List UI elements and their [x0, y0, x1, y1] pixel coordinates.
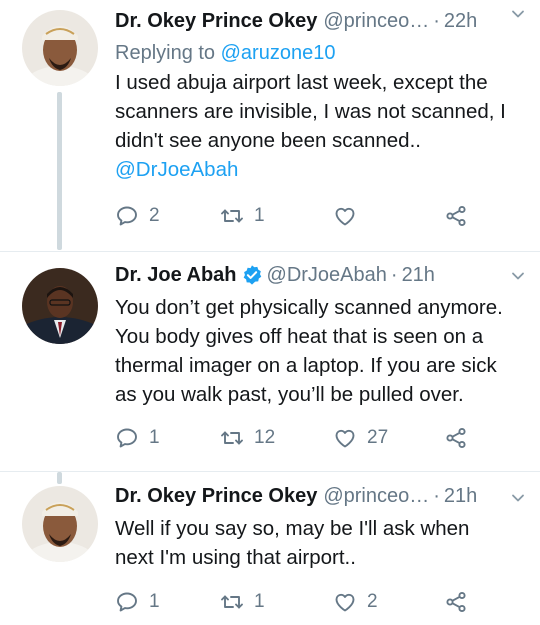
- retweet-count: 1: [254, 205, 265, 226]
- tweet-content: Dr. Okey Prince Okey @princeo… · 21h Wel…: [115, 481, 528, 572]
- chevron-down-icon[interactable]: [510, 268, 526, 284]
- like-count: 27: [367, 427, 389, 448]
- replying-to-handle[interactable]: @aruzone10: [221, 42, 336, 64]
- tweet-actions: 1 12 27: [115, 423, 495, 453]
- like-button[interactable]: [333, 204, 367, 228]
- thread-line: [57, 472, 62, 484]
- reply-count: 2: [149, 205, 160, 226]
- reply-icon: [115, 426, 139, 450]
- timestamp[interactable]: 21h: [444, 485, 477, 508]
- timestamp[interactable]: 22h: [444, 10, 477, 33]
- reply-button[interactable]: 1: [115, 590, 160, 614]
- retweet-button[interactable]: 1: [220, 590, 265, 614]
- tweet-line: Well if you say so, may be I'll ask when: [115, 517, 470, 540]
- avatar[interactable]: [22, 10, 98, 86]
- retweet-count: 1: [254, 591, 265, 612]
- like-icon: [333, 426, 357, 450]
- retweet-icon: [220, 426, 244, 450]
- share-button[interactable]: [444, 590, 468, 614]
- avatar-image: [22, 10, 98, 86]
- tweet-line: next I'm using that airport..: [115, 546, 356, 569]
- tweet-3[interactable]: Dr. Okey Prince Okey @princeo… · 21h Wel…: [0, 472, 540, 625]
- retweet-button[interactable]: 1: [220, 204, 265, 228]
- like-button[interactable]: 2: [333, 590, 378, 614]
- tweet-header: Dr. Okey Prince Okey @princeo… · 21h: [115, 481, 528, 511]
- like-count: 2: [367, 591, 378, 612]
- chevron-down-icon[interactable]: [510, 6, 526, 22]
- retweet-button[interactable]: 12: [220, 426, 275, 450]
- tweet-actions: 2 1: [115, 201, 495, 231]
- separator-dot: ·: [433, 9, 440, 32]
- like-icon: [333, 590, 357, 614]
- avatar-image: [22, 486, 98, 562]
- avatar[interactable]: [22, 268, 98, 344]
- reply-button[interactable]: 1: [115, 426, 160, 450]
- reply-icon: [115, 590, 139, 614]
- tweet-actions: 1 1 2: [115, 587, 495, 617]
- tweet-header: Dr. Okey Prince Okey @princeo… · 22h: [115, 6, 528, 36]
- tweet-text: Well if you say so, may be I'll ask when…: [115, 514, 528, 572]
- like-icon: [333, 204, 357, 228]
- tweet-content: Dr. Joe Abah @DrJoeAbah · 21h You don’t …: [115, 260, 528, 409]
- avatar[interactable]: [22, 486, 98, 562]
- tweet-line: I used abuja airport last week, except t…: [115, 71, 488, 94]
- thread-line: [57, 92, 62, 250]
- tweet-line: as you walk past, you’ll be pulled over.: [115, 383, 464, 406]
- share-button[interactable]: [444, 426, 468, 450]
- author-name[interactable]: Dr. Okey Prince Okey: [115, 10, 317, 33]
- share-icon: [444, 426, 468, 450]
- timestamp[interactable]: 21h: [402, 264, 435, 287]
- tweet-line: scanners are invisible, I was not scanne…: [115, 100, 506, 123]
- tweet-1[interactable]: Dr. Okey Prince Okey @princeo… · 22h Rep…: [0, 0, 540, 250]
- chevron-down-icon[interactable]: [510, 490, 526, 506]
- like-button[interactable]: 27: [333, 426, 388, 450]
- reply-count: 1: [149, 427, 160, 448]
- tweet-text: You don’t get physically scanned anymore…: [115, 293, 528, 409]
- avatar-image: [22, 268, 98, 344]
- replying-to: Replying to @aruzone10: [115, 39, 528, 68]
- separator-dot: ·: [390, 263, 398, 286]
- separator-dot: ·: [433, 484, 440, 507]
- reply-icon: [115, 204, 139, 228]
- author-name[interactable]: Dr. Joe Abah: [115, 264, 237, 287]
- tweet-line: didn't see anyone been scanned..: [115, 129, 421, 152]
- tweet-text: I used abuja airport last week, except t…: [115, 68, 528, 184]
- author-name[interactable]: Dr. Okey Prince Okey: [115, 485, 317, 508]
- share-button[interactable]: [444, 204, 468, 228]
- reply-count: 1: [149, 591, 160, 612]
- mention-link[interactable]: @DrJoeAbah: [115, 155, 528, 184]
- replying-to-prefix: Replying to: [115, 42, 221, 64]
- tweet-line: You body gives off heat that is seen on …: [115, 325, 484, 348]
- tweet-line: You don’t get physically scanned anymore…: [115, 296, 503, 319]
- retweet-count: 12: [254, 427, 276, 448]
- share-icon: [444, 204, 468, 228]
- author-handle[interactable]: @DrJoeAbah: [267, 264, 387, 287]
- tweet-line: thermal imager on a laptop. If you are s…: [115, 354, 497, 377]
- share-icon: [444, 590, 468, 614]
- author-handle[interactable]: @princeo…: [323, 485, 429, 508]
- author-handle[interactable]: @princeo…: [323, 10, 429, 33]
- retweet-icon: [220, 204, 244, 228]
- retweet-icon: [220, 590, 244, 614]
- tweet-2[interactable]: Dr. Joe Abah @DrJoeAbah · 21h You don’t …: [0, 252, 540, 470]
- tweet-header: Dr. Joe Abah @DrJoeAbah · 21h: [115, 260, 528, 290]
- verified-badge-icon: [243, 265, 261, 285]
- tweet-content: Dr. Okey Prince Okey @princeo… · 22h Rep…: [115, 6, 528, 184]
- reply-button[interactable]: 2: [115, 204, 160, 228]
